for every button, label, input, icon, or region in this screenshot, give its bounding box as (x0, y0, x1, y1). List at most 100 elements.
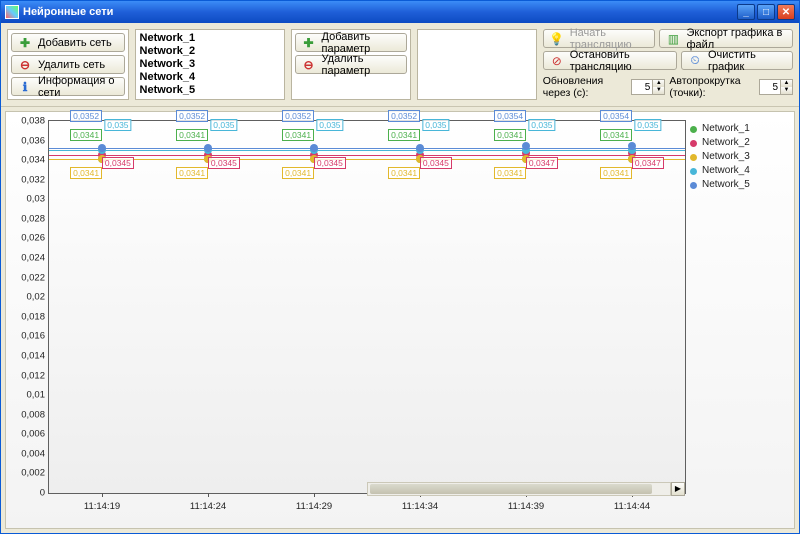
point-label: 0,0345 (420, 157, 452, 169)
point-label: 0,0354 (494, 110, 526, 122)
point-label: 0,0345 (314, 157, 346, 169)
x-tick: 11:14:24 (190, 493, 226, 512)
minimize-button[interactable]: _ (737, 4, 755, 20)
point-label: 0,0347 (526, 157, 558, 169)
data-point (416, 144, 424, 152)
update-interval-stepper[interactable]: ▲▼ (631, 79, 665, 95)
titlebar[interactable]: Нейронные сети _ □ ✕ (1, 1, 799, 23)
series-line (49, 148, 685, 149)
legend-dot-icon (690, 140, 697, 147)
close-button[interactable]: ✕ (777, 4, 795, 20)
chart-hscrollbar[interactable]: ▶ (367, 482, 685, 496)
legend-item: Network_3 (690, 150, 790, 164)
network-info-button[interactable]: ℹИнформация о сети (11, 77, 125, 96)
x-tick: 11:14:29 (296, 493, 332, 512)
point-label: 0,035 (634, 119, 661, 131)
point-label: 0,0341 (494, 167, 526, 179)
point-label: 0,035 (210, 119, 237, 131)
chart-plot[interactable]: 00,0020,0040,0060,0080,010,0120,0140,016… (48, 120, 686, 494)
app-icon (5, 5, 19, 19)
y-tick: 0,012 (21, 370, 49, 381)
list-item[interactable]: Network_3 (140, 58, 280, 71)
maximize-button[interactable]: □ (757, 4, 775, 20)
y-tick: 0,006 (21, 429, 49, 440)
up-arrow-icon[interactable]: ▲ (780, 80, 792, 87)
point-label: 0,0345 (102, 157, 134, 169)
point-label: 0,0354 (600, 110, 632, 122)
plus-icon: ✚ (18, 36, 32, 50)
list-item[interactable]: Network_2 (140, 45, 280, 58)
point-label: 0,035 (422, 119, 449, 131)
window-title: Нейронные сети (23, 6, 735, 18)
point-label: 0,0352 (176, 110, 208, 122)
series-line (49, 150, 685, 151)
network-list[interactable]: Network_1 Network_2 Network_3 Network_4 … (135, 29, 285, 100)
y-tick: 0,002 (21, 468, 49, 479)
y-tick: 0,026 (21, 233, 49, 244)
right-controls: 💡Начать трансляцию ▥Экспорт графика в фа… (543, 29, 793, 100)
legend-dot-icon (690, 168, 697, 175)
autoscroll-stepper[interactable]: ▲▼ (759, 79, 793, 95)
point-label: 0,0341 (176, 167, 208, 179)
data-point (204, 144, 212, 152)
down-arrow-icon[interactable]: ▼ (780, 87, 792, 94)
point-label: 0,0341 (494, 129, 526, 141)
point-label: 0,0341 (388, 129, 420, 141)
y-tick: 0,01 (27, 390, 50, 401)
y-tick: 0,024 (21, 253, 49, 264)
list-item[interactable]: Network_5 (140, 84, 280, 97)
point-label: 0,0352 (282, 110, 314, 122)
list-item[interactable]: Network_1 (140, 32, 280, 45)
series-line (49, 159, 685, 160)
point-label: 0,0341 (70, 167, 102, 179)
network-buttons: ✚Добавить сеть ⊖Удалить сеть ℹИнформация… (7, 29, 129, 100)
delete-network-button[interactable]: ⊖Удалить сеть (11, 55, 125, 74)
y-tick: 0,016 (21, 331, 49, 342)
param-list[interactable] (417, 29, 537, 100)
legend-dot-icon (690, 126, 697, 133)
legend-dot-icon (690, 154, 697, 161)
delete-param-button[interactable]: ⊖Удалить параметр (295, 55, 407, 74)
minus-icon: ⊖ (18, 58, 32, 72)
scroll-right-button[interactable]: ▶ (671, 482, 685, 496)
y-tick: 0,022 (21, 272, 49, 283)
clear-chart-button[interactable]: ⏲Очистить график (681, 51, 793, 70)
export-chart-button[interactable]: ▥Экспорт графика в файл (659, 29, 793, 48)
legend-item: Network_4 (690, 164, 790, 178)
y-tick: 0,038 (21, 116, 49, 127)
minus-icon: ⊖ (302, 58, 316, 72)
point-label: 0,035 (104, 119, 131, 131)
bulb-icon: 💡 (550, 32, 564, 46)
y-tick: 0,034 (21, 155, 49, 166)
y-tick: 0,02 (27, 292, 50, 303)
data-point (628, 142, 636, 150)
legend-dot-icon (690, 182, 697, 189)
y-tick: 0,036 (21, 135, 49, 146)
point-label: 0,035 (316, 119, 343, 131)
list-item[interactable]: Network_4 (140, 71, 280, 84)
point-label: 0,0341 (600, 129, 632, 141)
add-network-button[interactable]: ✚Добавить сеть (11, 33, 125, 52)
legend-item: Network_1 (690, 122, 790, 136)
y-tick: 0,014 (21, 350, 49, 361)
stop-broadcast-button[interactable]: ⊘Остановить трансляцию (543, 51, 677, 70)
down-arrow-icon[interactable]: ▼ (652, 87, 664, 94)
update-label: Обновления через (с): (543, 75, 628, 99)
autoscroll-label: Автопрокрутка (точки): (669, 75, 755, 99)
data-point (98, 144, 106, 152)
clock-icon: ⏲ (688, 54, 702, 68)
y-tick: 0,028 (21, 213, 49, 224)
x-tick: 11:14:19 (84, 493, 120, 512)
point-label: 0,0347 (632, 157, 664, 169)
param-buttons: ✚Добавить параметр ⊖Удалить параметр (291, 29, 411, 100)
data-point (310, 144, 318, 152)
point-label: 0,035 (528, 119, 555, 131)
point-label: 0,0341 (70, 129, 102, 141)
up-arrow-icon[interactable]: ▲ (652, 80, 664, 87)
chart-legend: Network_1Network_2Network_3Network_4Netw… (690, 122, 790, 192)
add-param-button[interactable]: ✚Добавить параметр (295, 33, 407, 52)
scroll-thumb[interactable] (370, 484, 652, 494)
y-tick: 0,018 (21, 311, 49, 322)
toolbar: ✚Добавить сеть ⊖Удалить сеть ℹИнформация… (1, 23, 799, 107)
point-label: 0,0352 (388, 110, 420, 122)
